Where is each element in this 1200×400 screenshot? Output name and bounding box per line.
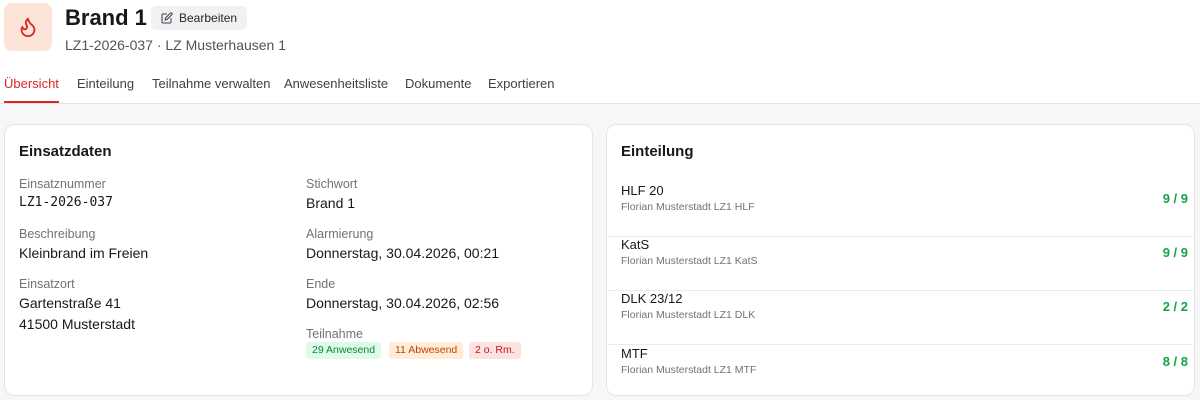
- einsatznummer-value: LZ1-2026-037: [19, 195, 113, 210]
- unit-row[interactable]: KatS Florian Musterstadt LZ1 KatS 9 / 9: [607, 237, 1193, 291]
- tab-dokumente[interactable]: Dokumente: [405, 76, 471, 103]
- einsatzort-street: Gartenstraße 41: [19, 295, 121, 311]
- unit-callsign: Florian Musterstadt LZ1 DLK: [621, 309, 756, 321]
- unit-row[interactable]: DLK 23/12 Florian Musterstadt LZ1 DLK 2 …: [607, 291, 1193, 345]
- unit-callsign: Florian Musterstadt LZ1 MTF: [621, 364, 757, 376]
- page-subtitle: LZ1-2026-037 · LZ Musterhausen 1: [65, 37, 287, 53]
- einsatznummer-label: Einsatznummer: [19, 177, 106, 191]
- tab-anwesenheitsliste[interactable]: Anwesenheitsliste: [284, 76, 388, 103]
- ende-label: Ende: [306, 277, 336, 291]
- edit-icon: [161, 12, 173, 24]
- tab-bar: Übersicht Einteilung Teilnahme verwalten…: [0, 72, 1200, 104]
- stichwort-value: Brand 1: [306, 195, 356, 211]
- tab-teilnahme-verwalten[interactable]: Teilnahme verwalten: [152, 76, 271, 103]
- edit-button[interactable]: Bearbeiten: [151, 6, 247, 30]
- badge-anwesend: 29 Anwesend: [306, 342, 382, 359]
- unit-name: KatS: [621, 237, 650, 252]
- stichwort-label: Stichwort: [306, 177, 358, 191]
- edit-button-label: Bearbeiten: [179, 11, 238, 25]
- beschreibung-value: Kleinbrand im Freien: [19, 245, 149, 261]
- unit-name: MTF: [621, 346, 648, 361]
- tab-uebersicht[interactable]: Übersicht: [4, 76, 59, 103]
- badge-ohne-rueckmeldung: 2 o. Rm.: [469, 342, 521, 359]
- badge-abwesend: 11 Abwesend: [389, 342, 464, 359]
- unit-callsign: Florian Musterstadt LZ1 KatS: [621, 255, 758, 267]
- einteilung-title: Einteilung: [621, 143, 694, 160]
- einteilung-card: Einteilung HLF 20 Florian Musterstadt LZ…: [606, 124, 1195, 396]
- unit-row[interactable]: HLF 20 Florian Musterstadt LZ1 HLF 9 / 9: [607, 183, 1193, 237]
- einsatzdaten-title: Einsatzdaten: [19, 143, 112, 160]
- einsatzort-city: 41500 Musterstadt: [19, 316, 135, 332]
- unit-count: 8 / 8: [1162, 354, 1188, 369]
- alarmierung-value: Donnerstag, 30.04.2026, 00:21: [306, 245, 500, 261]
- unit-callsign: Florian Musterstadt LZ1 HLF: [621, 201, 755, 213]
- teilnahme-label: Teilnahme: [306, 327, 363, 341]
- unit-name: DLK 23/12: [621, 291, 683, 306]
- einsatzort-label: Einsatzort: [19, 277, 75, 291]
- unit-row[interactable]: MTF Florian Musterstadt LZ1 MTF 8 / 8: [607, 346, 1193, 400]
- unit-name: HLF 20: [621, 183, 664, 198]
- unit-count: 9 / 9: [1162, 191, 1188, 206]
- flame-icon: [4, 3, 52, 51]
- tab-einteilung[interactable]: Einteilung: [77, 76, 134, 103]
- page-title: Brand 1: [65, 5, 147, 30]
- unit-count: 9 / 9: [1162, 245, 1188, 260]
- unit-count: 2 / 2: [1162, 299, 1188, 314]
- alarmierung-label: Alarmierung: [306, 227, 374, 241]
- beschreibung-label: Beschreibung: [19, 227, 96, 241]
- page-header: Brand 1 Bearbeiten LZ1-2026-037 · LZ Mus…: [0, 0, 1200, 104]
- tab-exportieren[interactable]: Exportieren: [488, 76, 554, 103]
- ende-value: Donnerstag, 30.04.2026, 02:56: [306, 295, 500, 311]
